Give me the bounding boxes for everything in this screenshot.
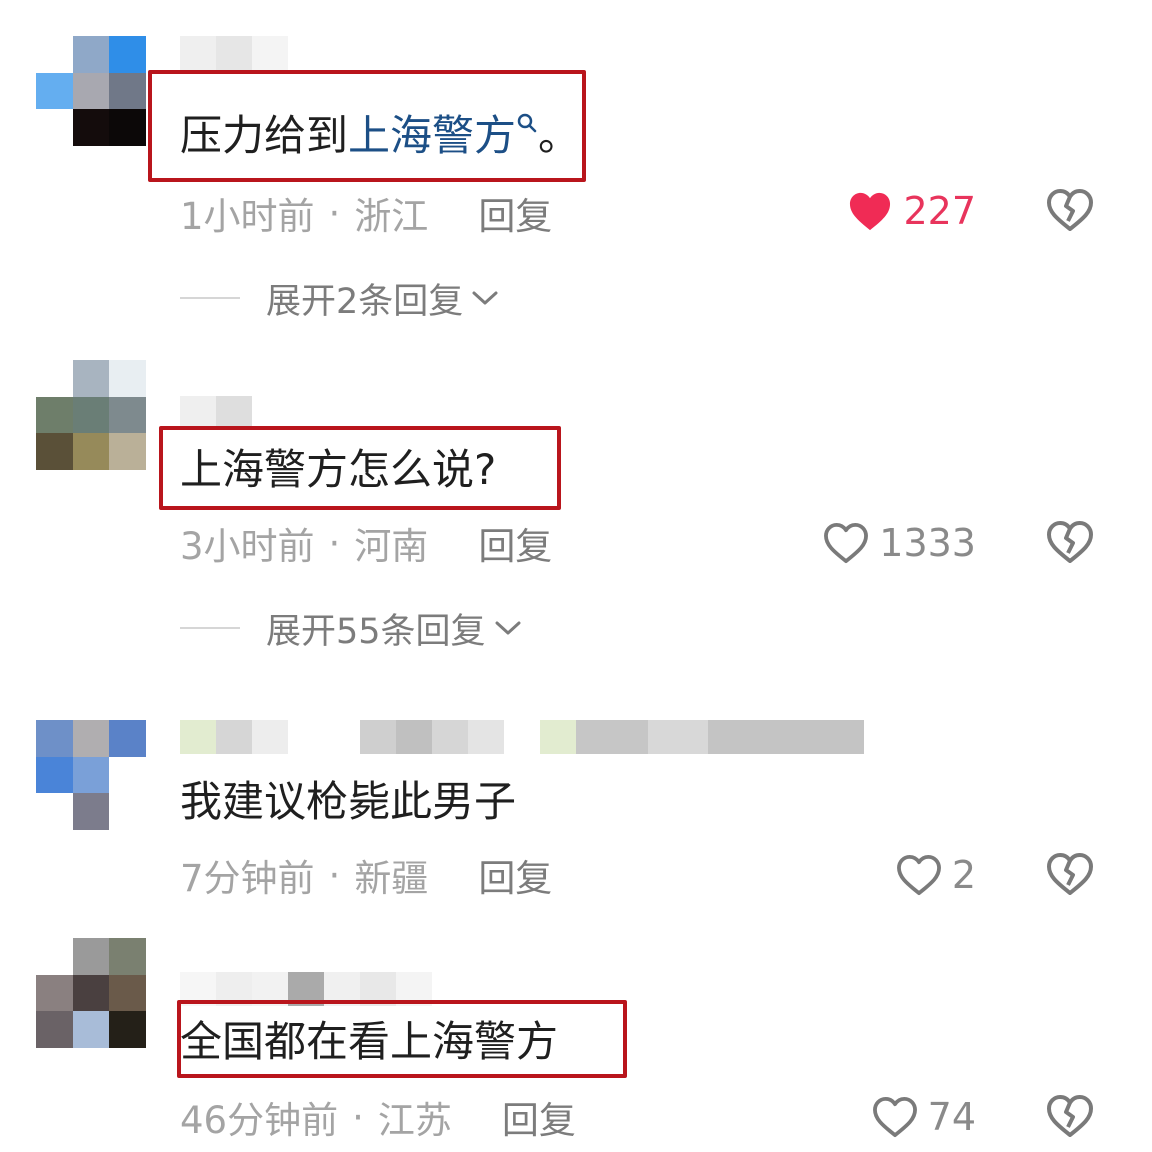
comment-item: 上海警方怎么说? 3小时前 · 河南 回复 1333 展开55条回复 (0, 360, 1152, 660)
heart-icon (850, 192, 891, 231)
separator: · (328, 191, 341, 235)
like-button[interactable]: 74 (872, 1092, 976, 1142)
expand-label: 展开55条回复 (266, 611, 486, 652)
heart-icon (872, 1096, 917, 1138)
comment-text: 我建议枪毙此男子 (180, 777, 517, 826)
broken-heart-icon (1047, 521, 1093, 563)
comment-text: 全国都在看上海警方 (180, 1017, 559, 1066)
divider (180, 627, 240, 629)
comment-item: 全国都在看上海警方 46分钟前 · 江苏 回复 74 (0, 938, 1152, 1148)
like-button[interactable]: 2 (896, 850, 976, 900)
separator: · (352, 1095, 364, 1139)
avatar[interactable] (36, 36, 146, 146)
reply-button[interactable]: 回复 (478, 516, 552, 570)
expand-replies[interactable]: 展开2条回复 (180, 274, 499, 322)
comment-time: 3小时前 (180, 525, 315, 568)
expand-label: 展开2条回复 (266, 281, 464, 322)
like-button[interactable]: 227 (847, 186, 976, 236)
separator: · (328, 853, 341, 897)
dislike-button[interactable] (1046, 188, 1094, 236)
avatar[interactable] (36, 720, 146, 830)
comment-region: 浙江 (354, 195, 429, 238)
dislike-button[interactable] (1046, 852, 1094, 900)
avatar[interactable] (36, 360, 146, 470)
chevron-down-icon (472, 291, 498, 305)
dislike-button[interactable] (1046, 520, 1094, 568)
comment-time: 7分钟前 (180, 857, 315, 900)
search-icon[interactable] (516, 112, 538, 134)
comment-text: 压力给到上海警方。 (180, 111, 581, 160)
dislike-button[interactable] (1046, 1094, 1094, 1142)
heart-icon (824, 522, 869, 564)
username-blurred[interactable] (180, 36, 288, 70)
comment-time: 46分钟前 (180, 1099, 339, 1142)
separator: · (328, 521, 341, 565)
heart-icon (896, 854, 941, 896)
chevron-down-icon (495, 621, 521, 635)
reply-button[interactable]: 回复 (478, 186, 552, 240)
like-button[interactable]: 1333 (823, 518, 976, 568)
comment-meta: 46分钟前 · 江苏 回复 (180, 1090, 576, 1144)
reply-button[interactable]: 回复 (478, 848, 552, 902)
comment-item: 压力给到上海警方。 1小时前 · 浙江 回复 227 展开2条回复 (0, 36, 1152, 326)
comment-item: 我建议枪毙此男子 7分钟前 · 新疆 回复 2 (0, 720, 1152, 910)
like-count: 74 (927, 1095, 976, 1139)
comment-meta: 3小时前 · 河南 回复 (180, 516, 552, 570)
expand-replies[interactable]: 展开55条回复 (180, 604, 522, 652)
comment-region: 河南 (354, 525, 429, 568)
reply-button[interactable]: 回复 (502, 1090, 576, 1144)
comment-meta: 1小时前 · 浙江 回复 (180, 186, 552, 240)
username-blurred[interactable] (180, 720, 864, 754)
comment-time: 1小时前 (180, 195, 315, 238)
like-count: 2 (951, 853, 976, 897)
divider (180, 297, 240, 299)
search-link[interactable]: 上海警方 (348, 111, 538, 160)
comment-region: 新疆 (354, 857, 429, 900)
username-blurred[interactable] (180, 396, 252, 430)
like-count: 227 (903, 189, 976, 233)
broken-heart-icon (1047, 189, 1093, 231)
comment-region: 江苏 (377, 1099, 452, 1142)
avatar[interactable] (36, 938, 146, 1048)
comment-text: 上海警方怎么说? (180, 445, 497, 494)
like-count: 1333 (879, 521, 976, 565)
broken-heart-icon (1047, 1095, 1093, 1137)
broken-heart-icon (1047, 853, 1093, 895)
comment-meta: 7分钟前 · 新疆 回复 (180, 848, 552, 902)
